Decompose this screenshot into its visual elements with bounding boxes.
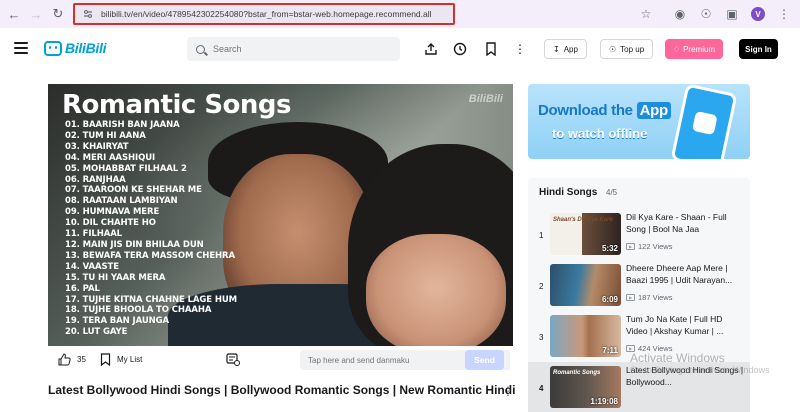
bookmark-star-icon[interactable]: ☆ <box>636 4 656 24</box>
danmaku-settings-icon[interactable] <box>226 353 240 366</box>
playlist-item-title[interactable]: Tum Jo Na Kate | Full HD Video | Akshay … <box>626 314 744 337</box>
song-item: 05. MOHABBAT FILHAAL 2 <box>65 163 187 174</box>
send-danmaku-button[interactable]: Send <box>465 350 504 370</box>
reload-icon[interactable]: ↻ <box>47 3 69 25</box>
upload-icon[interactable] <box>423 41 439 57</box>
song-item: 16. PAL <box>65 283 100 294</box>
song-item: 14. VAASTE <box>65 261 119 272</box>
app-download-button[interactable]: ↧ App <box>544 39 587 59</box>
playlist-count: 4/5 <box>606 188 618 197</box>
site-settings-icon[interactable] <box>81 7 95 21</box>
song-item: 13. BEWAFA TERA MASSOM CHEHRA <box>65 250 235 261</box>
song-item: 03. KHAIRYAT <box>65 141 129 152</box>
bookmark-icon[interactable] <box>483 41 499 57</box>
song-list-overlay: 01. BAARISH BAN JAANA 02. TUM HI AANA 03… <box>65 120 237 338</box>
hamburger-menu-icon[interactable] <box>14 42 28 54</box>
url-text: bilibili.tv/en/video/4789542302254080?bs… <box>101 9 432 19</box>
extensions-puzzle-icon[interactable]: ▣ <box>722 4 742 24</box>
search-input[interactable] <box>213 44 383 54</box>
like-count: 35 <box>77 355 86 364</box>
video-action-bar: 35 My List Send <box>48 346 513 374</box>
song-item: 07. TAAROON KE SHEHAR ME <box>65 185 202 196</box>
download-app-banner[interactable]: Download the App to watch offline <box>528 84 750 159</box>
search-icon <box>196 44 205 54</box>
playlist-item-title[interactable]: Dheere Dheere Aap Mere | Baazi 1995 | Ud… <box>626 263 744 286</box>
video-more-options-icon[interactable]: ⋮ <box>502 384 514 398</box>
site-header: BiliBili ⋮ ↧ App ☉ Top up ♢ Premium Sign… <box>0 28 800 70</box>
download-icon: ↧ <box>553 44 560 54</box>
playlist-title: Hindi Songs <box>539 187 598 198</box>
song-item: 08. RAATAAN LAMBIYAN <box>65 196 178 207</box>
playlist-item-title[interactable]: Dil Kya Kare - Shaan - Full Song | Bool … <box>626 212 744 235</box>
phone-illustration-icon <box>670 84 738 159</box>
video-title: Latest Bollywood Hindi Songs | Bollywood… <box>48 383 516 397</box>
song-item: 02. TUM HI AANA <box>65 130 146 141</box>
song-item: 15. TU HI YAAR MERA <box>65 272 166 283</box>
history-clock-icon[interactable] <box>452 41 468 57</box>
thumbs-up-icon <box>58 353 71 366</box>
video-watermark: BiliBili <box>468 93 503 105</box>
song-item: 19. TERA BAN JAUNGA <box>65 316 169 327</box>
song-item: 09. HUMNAVA MERE <box>65 207 160 218</box>
playlist-item[interactable]: 1 Shaan's Dil Kya Kare 5:32 Dil Kya Kare… <box>528 209 750 259</box>
premium-button[interactable]: ♢ Premium <box>665 39 723 59</box>
views-icon: ▶ <box>626 243 635 250</box>
song-item: 20. LUT GAYE <box>65 327 128 338</box>
bilibili-logo[interactable]: BiliBili <box>44 40 106 56</box>
windows-activation-hint: Go to Settings to activate Windows <box>630 365 770 375</box>
like-button[interactable]: 35 <box>58 353 86 366</box>
diamond-icon: ♢ <box>672 44 681 54</box>
browser-toolbar: ← → ↻ bilibili.tv/en/video/4789542302254… <box>0 0 800 28</box>
top-up-button[interactable]: ☉ Top up <box>600 39 654 59</box>
song-item: 10. DIL CHAHTE HO <box>65 218 156 229</box>
song-item: 01. BAARISH BAN JAANA <box>65 120 180 130</box>
video-thumbnail[interactable]: Shaan's Dil Kya Kare 5:32 <box>550 213 621 255</box>
my-list-button[interactable]: My List <box>100 353 142 366</box>
video-thumbnail[interactable]: 7:11 <box>550 315 621 357</box>
video-player[interactable]: Romantic Songs BiliBili 01. BAARISH BAN … <box>48 84 513 346</box>
search-box[interactable] <box>187 37 400 61</box>
forward-icon[interactable]: → <box>25 3 47 25</box>
song-item: 06. RANJHAA <box>65 174 126 185</box>
address-bar[interactable]: bilibili.tv/en/video/4789542302254080?bs… <box>73 3 455 25</box>
song-item: 04. MERI AASHIQUI <box>65 152 156 163</box>
windows-activation-watermark: Activate Windows <box>630 351 725 365</box>
video-still-woman <box>366 234 506 346</box>
back-icon[interactable]: ← <box>3 3 25 25</box>
profile-avatar[interactable]: V <box>748 4 768 24</box>
song-item: 17. TUJHE KITNA CHAHNE LAGE HUM <box>65 294 237 305</box>
song-item: 12. MAIN JIS DIN BHILAA DUN <box>65 239 204 250</box>
video-thumbnail[interactable]: 6:09 <box>550 264 621 306</box>
song-item: 18. TUJHE BHOOLA TO CHAAHA <box>65 305 212 316</box>
extension-shield-icon[interactable]: ☉ <box>696 4 716 24</box>
browser-menu-icon[interactable]: ⋮ <box>774 4 794 24</box>
song-item: 11. FILHAAL <box>65 229 122 240</box>
tv-logo-icon <box>44 40 62 56</box>
video-thumbnail[interactable]: Romantic Songs 1:19:08 <box>550 366 621 408</box>
translate-icon[interactable]: ◉ <box>670 4 690 24</box>
views-icon: ▶ <box>626 294 635 301</box>
more-vertical-icon[interactable]: ⋮ <box>512 41 528 57</box>
sign-in-button[interactable]: Sign In <box>739 39 778 59</box>
playlist-item[interactable]: 2 6:09 Dheere Dheere Aap Mere | Baazi 19… <box>528 260 750 310</box>
video-overlay-title: Romantic Songs <box>62 90 292 120</box>
coin-icon: ☉ <box>609 44 617 54</box>
add-to-list-icon <box>100 353 111 366</box>
